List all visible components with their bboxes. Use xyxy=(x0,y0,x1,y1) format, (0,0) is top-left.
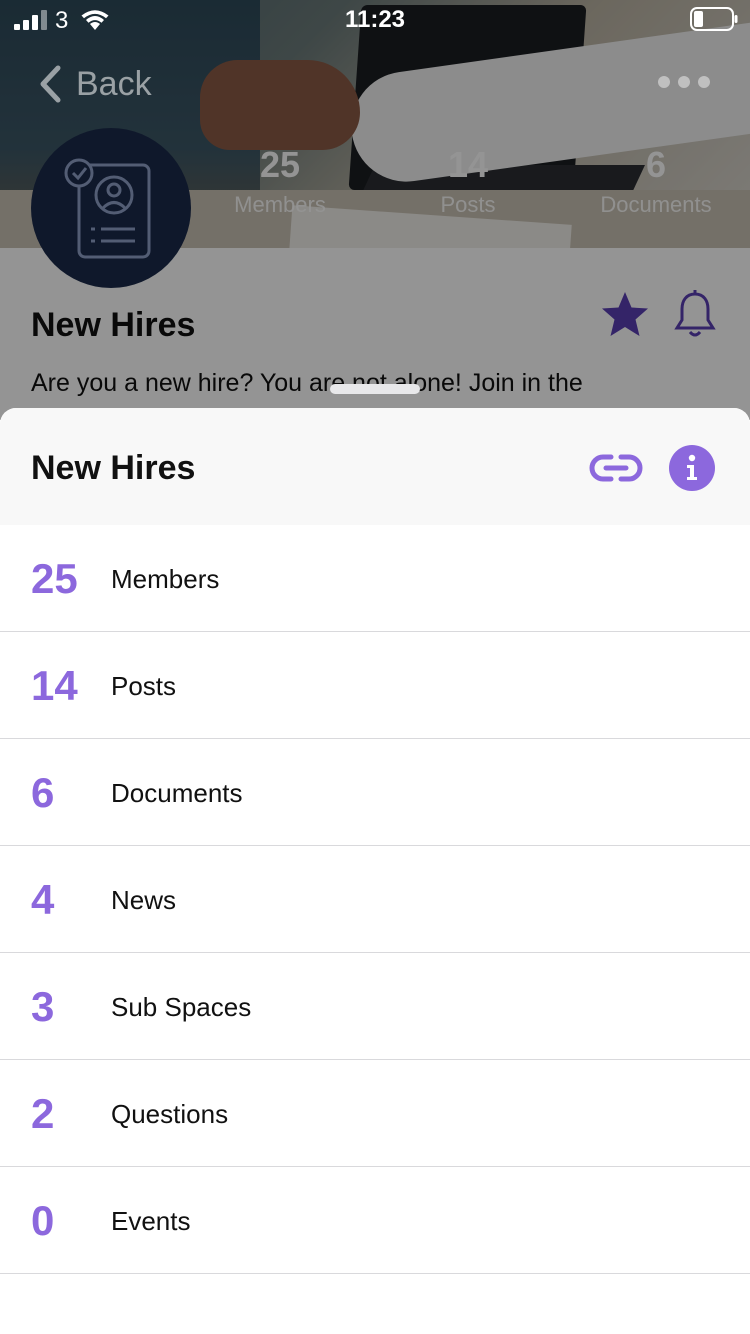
link-icon xyxy=(589,454,643,482)
list-item-posts[interactable]: 14 Posts xyxy=(0,632,750,739)
sheet-grabber[interactable] xyxy=(330,384,420,394)
item-count: 14 xyxy=(31,662,78,709)
list-item-sub-spaces[interactable]: 3 Sub Spaces xyxy=(0,953,750,1060)
item-label: News xyxy=(111,885,177,915)
item-count: 25 xyxy=(31,555,78,602)
list-item-questions[interactable]: 2 Questions xyxy=(0,1060,750,1167)
item-count: 4 xyxy=(31,876,55,923)
item-label: Members xyxy=(111,564,220,594)
sheet-header: New Hires xyxy=(0,408,750,525)
back-button[interactable]: Back xyxy=(38,62,152,106)
screen: 25 Members 14 Posts 6 Documents New Hire… xyxy=(0,0,750,1334)
item-label: Events xyxy=(111,1206,191,1236)
list-item-documents[interactable]: 6 Documents xyxy=(0,739,750,846)
chevron-left-icon xyxy=(40,65,61,103)
list-item-events[interactable]: 0 Events xyxy=(0,1167,750,1274)
list-item-news[interactable]: 4 News xyxy=(0,846,750,953)
copy-link-button[interactable] xyxy=(586,448,646,488)
more-dots-icon[interactable] xyxy=(658,76,710,88)
item-count: 0 xyxy=(31,1197,55,1244)
item-count: 2 xyxy=(31,1090,55,1137)
status-time: 11:23 xyxy=(344,6,406,33)
item-label: Documents xyxy=(111,778,243,808)
battery-icon xyxy=(690,7,738,31)
space-info-sheet: New Hires 25 Members 14 Posts 6 Document… xyxy=(0,408,750,1334)
back-label: Back xyxy=(76,64,152,103)
info-icon xyxy=(687,454,697,480)
item-count: 3 xyxy=(31,983,55,1030)
stat-list: 25 Members 14 Posts 6 Documents 4 News 3… xyxy=(0,525,750,1274)
item-label: Posts xyxy=(111,671,177,701)
status-bar: 3 11:23 xyxy=(0,0,750,40)
item-label: Sub Spaces xyxy=(111,992,252,1022)
list-item-members[interactable]: 25 Members xyxy=(0,525,750,632)
info-button[interactable] xyxy=(669,445,715,491)
item-label: Questions xyxy=(111,1099,229,1129)
item-count: 6 xyxy=(31,769,55,816)
sheet-title: New Hires xyxy=(31,449,196,487)
